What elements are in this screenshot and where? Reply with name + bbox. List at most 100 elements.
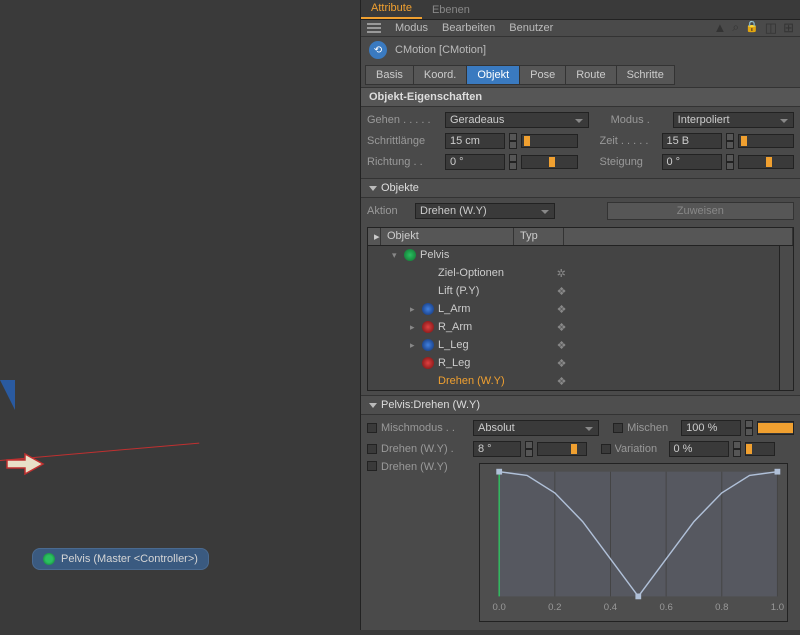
tree-item-label: R_Leg [438,357,553,369]
input-richtung[interactable]: 0 ° [445,154,505,170]
tab-objekt[interactable]: Objekt [466,65,520,85]
tab-attribute[interactable]: Attribute [361,0,422,19]
label-richtung: Richtung . . [367,156,441,168]
joint-icon [43,553,55,565]
tree-item-label: L_Arm [438,303,553,315]
svg-text:1.0: 1.0 [771,602,784,613]
input-mischen[interactable]: 100 % [681,420,741,436]
object-name: CMotion [CMotion] [395,44,486,56]
checkbox-drehen2[interactable] [367,461,377,471]
input-schritt[interactable]: 15 cm [445,133,505,149]
nav-up-icon[interactable]: ▲ [713,20,726,36]
slider-drehen[interactable] [537,442,587,456]
tree-col-objekt[interactable]: Objekt [381,228,514,245]
fcurve-graph[interactable]: 0.00.20.40.60.81.0 [479,463,788,622]
spinner[interactable] [726,133,734,149]
label-steigung: Steigung [600,156,658,168]
tab-route[interactable]: Route [565,65,616,85]
input-variation[interactable]: 0 % [669,441,729,457]
spinner[interactable] [733,441,741,457]
svg-text:0.0: 0.0 [493,602,506,613]
tree-item[interactable]: ▾ Pelvis [368,246,779,264]
checkbox-drehen[interactable] [367,444,377,454]
type-icon: ❖ [557,375,569,388]
section-objekte[interactable]: Objekte [361,178,800,198]
tree-item[interactable]: ▸ L_Leg ❖ [368,336,779,354]
add-icon[interactable]: ⊞ [783,20,794,36]
checkbox-mischen[interactable] [613,423,623,433]
expand-icon[interactable]: ▾ [392,250,400,261]
tree-item[interactable]: Lift (P.Y)❖ [368,282,779,300]
tree-item[interactable]: R_Leg ❖ [368,354,779,372]
tab-basis[interactable]: Basis [365,65,414,85]
tab-pose[interactable]: Pose [519,65,566,85]
slider-mischen[interactable] [757,421,794,435]
label-schritt: Schrittlänge [367,135,441,147]
cmotion-icon: ⟲ [369,41,387,59]
spinner[interactable] [509,133,517,149]
slider-schritt[interactable] [521,134,578,148]
expand-icon[interactable]: ▸ [410,322,418,333]
manipulator-arrow[interactable] [5,450,45,481]
dropdown-misch[interactable]: Absolut [473,420,599,436]
spinner[interactable] [525,441,533,457]
joint-icon [422,321,434,333]
panel-menubar: Modus Bearbeiten Benutzer ▲ ⌕ 🔒 ◫ ⊞ [361,20,800,37]
svg-text:0.2: 0.2 [548,602,561,613]
selection-badge[interactable]: Pelvis (Master <Controller>) [32,548,209,570]
joint-icon [422,339,434,351]
expand-icon[interactable]: ▸ [410,340,418,351]
type-icon: ❖ [557,321,569,334]
checkbox-misch[interactable] [367,423,377,433]
lock-icon[interactable]: 🔒 [745,20,759,36]
menu-benutzer[interactable]: Benutzer [509,22,553,34]
tree-item-label: Drehen (W.Y) [438,375,553,387]
dropdown-gehen[interactable]: Geradeaus [445,112,589,128]
tree-scrollbar[interactable] [779,246,793,390]
tree-item[interactable]: ▸L_Arm❖ [368,300,779,318]
3d-viewport[interactable]: Pelvis (Master <Controller>) [0,0,360,630]
tab-ebenen[interactable]: Ebenen [422,1,480,19]
spinner[interactable] [509,154,517,170]
tree-item-label: L_Leg [438,339,553,351]
new-icon[interactable]: ◫ [765,20,777,36]
tree-item-label: Pelvis [420,249,541,261]
checkbox-variation[interactable] [601,444,611,454]
search-icon[interactable]: ⌕ [732,20,739,36]
tree-item-label: Lift (P.Y) [438,285,553,297]
tree-item[interactable]: Drehen (W.Y) ❖ [368,372,779,390]
label-zeit: Zeit . . . . . [600,135,658,147]
slider-zeit[interactable] [738,134,795,148]
input-drehen[interactable]: 8 ° [473,441,521,457]
tree-col-typ[interactable]: Typ [514,228,564,245]
section-pelvis[interactable]: Pelvis:Drehen (W.Y) [361,395,800,415]
slider-variation[interactable] [745,442,776,456]
mesh-fragment [0,380,15,410]
dropdown-modus[interactable]: Interpoliert [673,112,794,128]
tree-item[interactable]: ▸R_Arm❖ [368,318,779,336]
tree-item-label: Ziel-Optionen [438,267,553,279]
button-zuweisen[interactable]: Zuweisen [607,202,794,220]
type-icon: ❖ [557,339,569,352]
label-drehen2: Drehen (W.Y) [381,461,469,473]
svg-text:0.6: 0.6 [659,602,672,613]
type-icon: ❖ [557,357,569,370]
tab-schritte[interactable]: Schritte [616,65,675,85]
slider-steigung[interactable] [738,155,795,169]
input-zeit[interactable]: 15 B [662,133,722,149]
tree-item[interactable]: Ziel-Optionen✲ [368,264,779,282]
panel-tab-bar: Attribute Ebenen [361,0,800,20]
input-steigung[interactable]: 0 ° [662,154,722,170]
menu-bearbeiten[interactable]: Bearbeiten [442,22,495,34]
spinner[interactable] [745,420,753,436]
tab-koord[interactable]: Koord. [413,65,467,85]
section-props: Objekt-Eigenschaften [361,87,800,107]
joint-icon [404,249,416,261]
spinner[interactable] [726,154,734,170]
dropdown-aktion[interactable]: Drehen (W.Y) [415,203,555,219]
slider-richtung[interactable] [521,155,578,169]
label-mischen: Mischen [627,422,677,434]
expand-icon[interactable]: ▸ [410,304,418,315]
menu-icon[interactable] [367,23,381,33]
menu-modus[interactable]: Modus [395,22,428,34]
